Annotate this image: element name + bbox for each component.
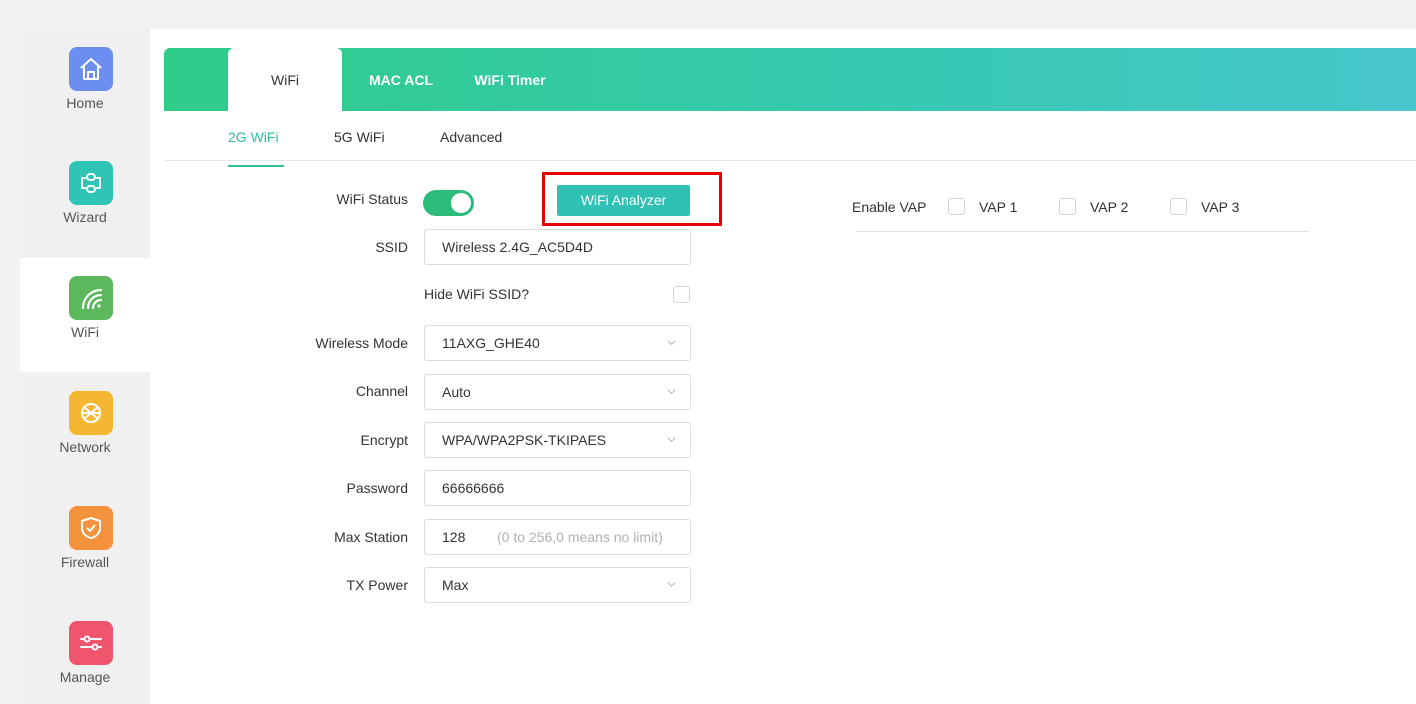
sidebar-item-manage[interactable]: Manage: [20, 603, 150, 704]
sidebar-item-label: Network: [59, 439, 111, 455]
encrypt-select[interactable]: WPA/WPA2PSK-TKIPAES: [424, 422, 691, 458]
subtab-5g-wifi[interactable]: 5G WiFi: [334, 129, 385, 145]
hide-ssid-label: Hide WiFi SSID?: [424, 286, 530, 302]
sidebar-item-label: WiFi: [71, 324, 99, 340]
main-content: WiFi MAC ACL WiFi Timer 2G WiFi 5G WiFi …: [150, 29, 1416, 704]
sidebar-item-firewall[interactable]: Firewall: [20, 488, 150, 602]
hide-ssid-checkbox[interactable]: [673, 286, 690, 303]
sliders-icon: [69, 621, 113, 665]
home-icon: [69, 47, 113, 91]
encrypt-label: Encrypt: [360, 432, 408, 448]
wifi-status-toggle[interactable]: [423, 190, 474, 216]
subtab-divider: [164, 160, 1416, 161]
encrypt-value: WPA/WPA2PSK-TKIPAES: [442, 432, 607, 448]
wireless-mode-value: 11AXG_GHE40: [442, 335, 540, 351]
ssid-label: SSID: [375, 239, 408, 255]
chevron-down-icon: [667, 582, 676, 588]
sidebar-item-home[interactable]: Home: [20, 29, 150, 143]
max-station-input[interactable]: 128 (0 to 256,0 means no limit): [424, 519, 691, 555]
wifi-analyzer-button[interactable]: WiFi Analyzer: [557, 185, 690, 216]
subtab-advanced[interactable]: Advanced: [440, 129, 502, 145]
vap-1-label: VAP 1: [979, 199, 1018, 215]
max-station-value: 128: [442, 529, 466, 545]
tx-power-value: Max: [442, 577, 469, 593]
channel-value: Auto: [442, 384, 471, 400]
link-icon: [69, 161, 113, 205]
sidebar-item-label: Firewall: [60, 554, 110, 570]
chevron-down-icon: [667, 389, 676, 395]
max-station-label: Max Station: [334, 529, 408, 545]
vap-3-checkbox[interactable]: [1170, 198, 1187, 215]
wifi-icon: [69, 276, 113, 320]
vap-2-checkbox[interactable]: [1059, 198, 1076, 215]
sidebar-item-label: Manage: [59, 669, 111, 685]
sidebar-item-wizard[interactable]: Wizard: [20, 143, 150, 257]
sidebar-item-network[interactable]: Network: [20, 373, 150, 487]
tab-wifi-timer[interactable]: WiFi Timer: [462, 48, 558, 111]
wireless-mode-select[interactable]: 11AXG_GHE40: [424, 325, 691, 361]
max-station-hint: (0 to 256,0 means no limit): [497, 529, 663, 545]
sidebar-item-wifi[interactable]: WiFi: [20, 258, 150, 372]
channel-label: Channel: [355, 383, 408, 399]
sidebar-item-label: Wizard: [63, 209, 107, 225]
tx-power-label: TX Power: [346, 577, 408, 593]
sidebar-item-label: Home: [66, 95, 104, 111]
tx-power-select[interactable]: Max: [424, 567, 691, 603]
vap-divider: [856, 231, 1309, 232]
tab-wifi[interactable]: WiFi: [228, 48, 342, 111]
subtab-active-indicator: [228, 165, 284, 167]
globe-icon: [69, 391, 113, 435]
ssid-input[interactable]: Wireless 2.4G_AC5D4D: [424, 229, 691, 265]
subtab-2g-wifi[interactable]: 2G WiFi: [228, 129, 279, 145]
password-input[interactable]: 66666666: [424, 470, 691, 506]
vap-3-label: VAP 3: [1201, 199, 1240, 215]
channel-select[interactable]: Auto: [424, 374, 691, 410]
chevron-down-icon: [667, 340, 676, 346]
vap-1-checkbox[interactable]: [948, 198, 965, 215]
shield-icon: [69, 506, 113, 550]
tab-mac-acl[interactable]: MAC ACL: [360, 48, 442, 111]
password-label: Password: [346, 480, 408, 496]
wireless-mode-label: Wireless Mode: [315, 335, 408, 351]
wifi-status-label: WiFi Status: [336, 191, 408, 207]
vap-2-label: VAP 2: [1090, 199, 1129, 215]
chevron-down-icon: [667, 437, 676, 443]
sidebar: Home Wizard WiFi Network Firewall Manage: [20, 29, 150, 704]
tab-bar: WiFi MAC ACL WiFi Timer: [164, 48, 1416, 111]
toggle-knob: [451, 193, 471, 213]
enable-vap-label: Enable VAP: [852, 199, 927, 215]
